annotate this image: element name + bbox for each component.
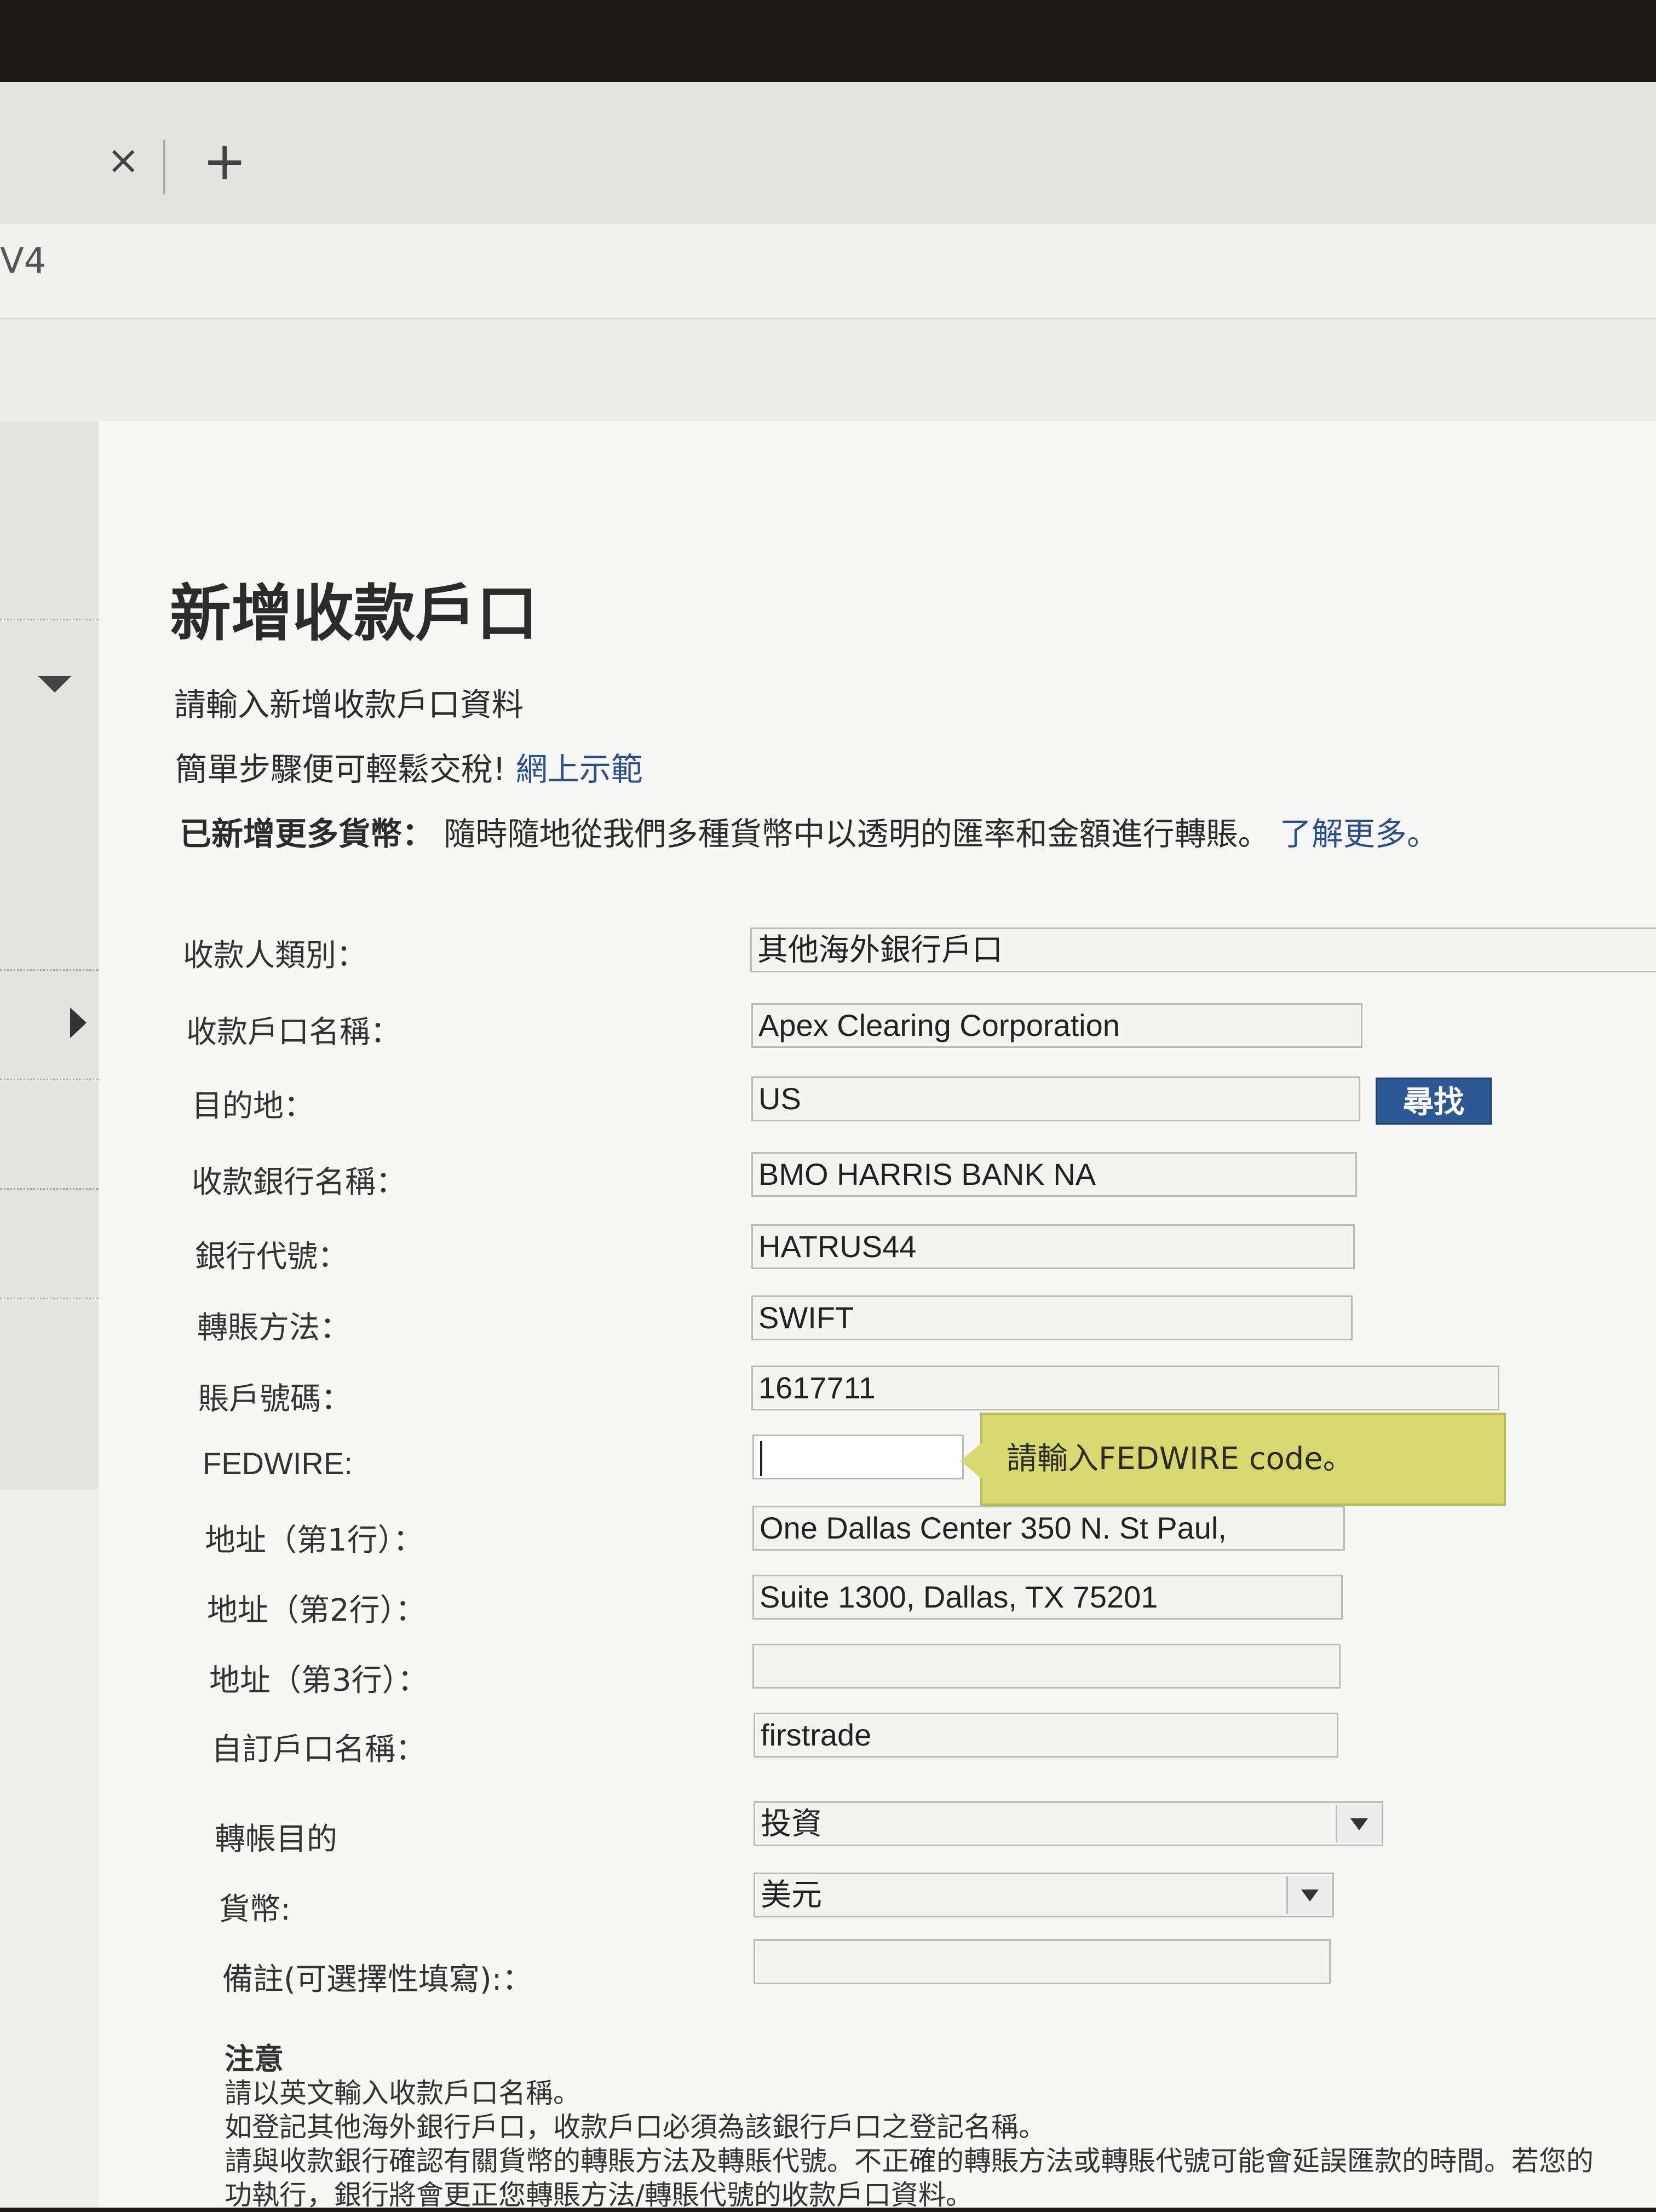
destination-input[interactable]: US — [751, 1076, 1360, 1121]
demo-link[interactable]: 網上示範 — [516, 751, 643, 788]
sidebar-divider — [0, 969, 99, 971]
address-line2-input[interactable]: Suite 1300, Dallas, TX 75201 — [752, 1575, 1343, 1620]
note-line: 請與收款銀行確認有關貨幣的轉賬方法及轉賬代號。不正確的轉賬方法或轉賬代號可能會延… — [225, 2145, 1594, 2177]
nickname-label: 自訂戶口名稱： — [211, 1732, 426, 1767]
chevron-down-icon[interactable] — [1286, 1876, 1332, 1914]
account-number-label: 賬戶號碼： — [198, 1381, 352, 1417]
intro-text: 請輸入新增收款戶口資料 — [174, 686, 524, 723]
payee-type-field[interactable]: 其他海外銀行戶口 — [750, 928, 1656, 972]
remarks-label: 備註(可選擇性填寫):： — [222, 1962, 533, 1997]
promo-heading: 已新增更多貨幣： — [180, 815, 434, 852]
page-title: 新增收款戶口 — [170, 578, 538, 649]
sidebar-divider — [0, 1298, 99, 1299]
fedwire-tooltip: 請輸入FEDWIRE code。 — [961, 1413, 1506, 1506]
notes-title: 注意 — [225, 2042, 284, 2076]
search-button[interactable]: 尋找 — [1376, 1078, 1492, 1125]
bank-name-label: 收款銀行名稱： — [192, 1165, 406, 1200]
help-line: 簡單步驟便可輕鬆交稅! 網上示範 — [175, 744, 643, 790]
sidebar-divider — [0, 1188, 99, 1190]
currency-select[interactable]: 美元 — [754, 1873, 1334, 1917]
address-text: V4 — [0, 241, 47, 281]
notes-section: 注意 請以英文輸入收款戶口名稱。 如登記其他海外銀行戶口，收款戶口必須為該銀行戶… — [225, 2042, 1594, 2212]
bank-code-label: 銀行代號： — [195, 1239, 348, 1275]
address-line1-label: 地址（第1行）： — [205, 1523, 424, 1558]
transfer-method-input[interactable]: SWIFT — [751, 1295, 1353, 1340]
text-cursor — [760, 1441, 762, 1476]
purpose-label: 轉帳目的 — [215, 1822, 337, 1857]
address-line2-label: 地址（第2行）： — [207, 1593, 426, 1628]
address-line3-label: 地址（第3行）： — [209, 1663, 428, 1698]
learn-more-link[interactable]: 了解更多。 — [1280, 815, 1439, 852]
sidebar-divider — [0, 1079, 99, 1080]
note-line: 功執行，銀行將會更正您轉賬方法/轉賬代號的收款戶口資料。 — [225, 2179, 973, 2211]
payee-type-label: 收款人類別： — [183, 938, 367, 973]
close-tab-icon[interactable]: × — [107, 137, 140, 183]
address-line1-input[interactable]: One Dallas Center 350 N. St Paul, — [752, 1506, 1345, 1551]
remarks-input[interactable] — [754, 1939, 1331, 1984]
promo-line: 已新增更多貨幣： 隨時隨地從我們多種貨幣中以透明的匯率和金額進行轉賬。 了解更多… — [180, 808, 1439, 854]
chevron-down-icon[interactable] — [1336, 1805, 1381, 1842]
currency-label: 貨幣: — [219, 1892, 291, 1927]
tab-divider — [163, 140, 165, 194]
fedwire-input[interactable] — [752, 1435, 964, 1479]
fedwire-label: FEDWIRE: — [203, 1446, 353, 1481]
account-name-label: 收款戶口名稱： — [186, 1015, 401, 1050]
nickname-input[interactable]: firstrade — [754, 1713, 1338, 1758]
purpose-select[interactable]: 投資 — [754, 1801, 1383, 1846]
sidebar — [0, 422, 99, 1489]
account-number-input[interactable]: 1617711 — [751, 1366, 1499, 1410]
note-line: 請以英文輸入收款戶口名稱。 — [225, 2077, 580, 2109]
bank-code-input[interactable]: HATRUS44 — [751, 1224, 1355, 1269]
dropdown-arrow-icon[interactable] — [38, 676, 71, 693]
note-line: 如登記其他海外銀行戶口，收款戶口必須為該銀行戶口之登記名稱。 — [225, 2111, 1046, 2143]
expand-arrow-icon[interactable] — [70, 1007, 87, 1038]
currency-value: 美元 — [761, 1877, 822, 1912]
new-tab-icon[interactable]: + — [203, 130, 246, 192]
sidebar-divider — [0, 619, 99, 620]
bank-name-input[interactable]: BMO HARRIS BANK NA — [751, 1152, 1357, 1197]
promo-text: 隨時隨地從我們多種貨幣中以透明的匯率和金額進行轉賬。 — [444, 815, 1270, 852]
address-bar[interactable]: V4 — [0, 224, 1656, 319]
help-text: 簡單步驟便可輕鬆交稅! — [175, 751, 506, 788]
purpose-value: 投資 — [761, 1806, 822, 1841]
transfer-method-label: 轉賬方法： — [197, 1310, 350, 1346]
account-name-input[interactable]: Apex Clearing Corporation — [751, 1003, 1362, 1048]
site-header-area — [0, 319, 1656, 425]
address-line3-input[interactable] — [752, 1644, 1341, 1689]
browser-tab-bar: × + — [0, 82, 1656, 224]
destination-label: 目的地： — [192, 1088, 314, 1124]
